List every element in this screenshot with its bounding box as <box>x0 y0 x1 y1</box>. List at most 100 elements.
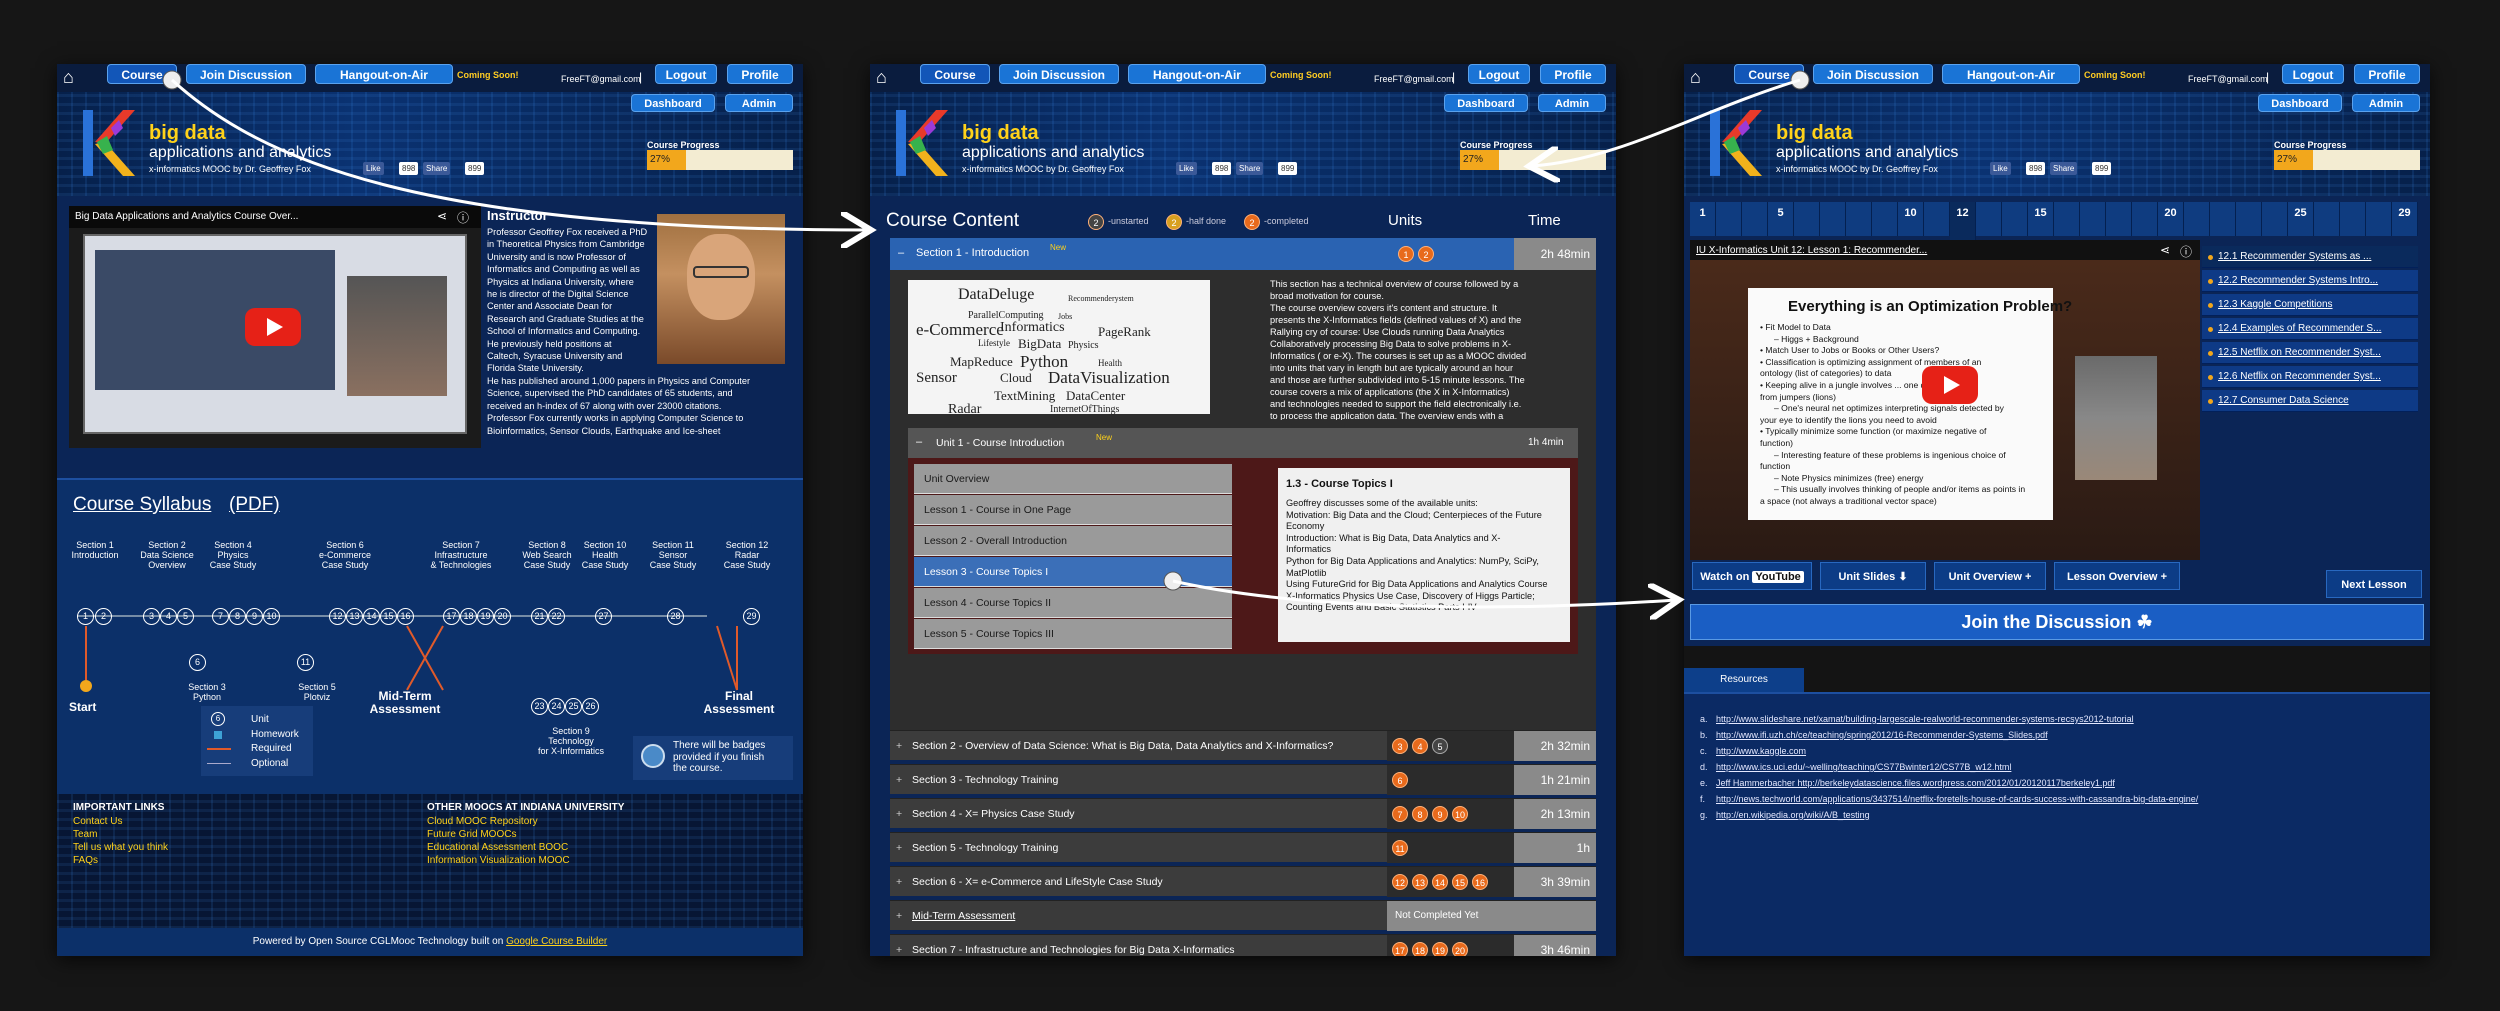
resources-tab[interactable]: Resources <box>1684 668 1804 692</box>
nav-join-discussion-button[interactable]: Join Discussion <box>1813 64 1933 84</box>
unit-slides-button[interactable]: Unit Slides ⬇ <box>1820 562 1926 590</box>
unit-badge-2[interactable]: 2 <box>1418 246 1434 262</box>
next-lesson-button[interactable]: Next Lesson <box>2326 570 2422 598</box>
facebook-like-button[interactable]: Like <box>363 162 384 175</box>
lesson-number-tab[interactable] <box>2106 202 2132 236</box>
facebook-share-button[interactable]: Share <box>2050 162 2078 175</box>
unit-badge[interactable]: 9 <box>1432 806 1448 822</box>
unit-node[interactable]: 15 <box>380 608 397 625</box>
home-icon[interactable]: ⌂ <box>63 68 83 88</box>
unit-badge[interactable]: 19 <box>1432 942 1448 956</box>
unit-node[interactable]: 11 <box>297 654 314 671</box>
unit-node[interactable]: 6 <box>189 654 206 671</box>
footer-link[interactable]: Tell us what you think <box>73 842 168 853</box>
lesson-number-tab[interactable] <box>2314 202 2340 236</box>
nav-course-button[interactable]: Course <box>1734 64 1804 84</box>
lesson-number-tab[interactable] <box>1794 202 1820 236</box>
lesson-item[interactable]: Lesson 4 - Course Topics II <box>914 588 1232 618</box>
unit-badge[interactable]: 7 <box>1392 806 1408 822</box>
nav-join-discussion-button[interactable]: Join Discussion <box>186 64 306 84</box>
mooc-link[interactable]: Cloud MOOC Repository <box>427 816 538 827</box>
logout-button[interactable]: Logout <box>1468 64 1530 84</box>
section-row[interactable]: + Section 5 - Technology Training 11 1h <box>890 832 1596 863</box>
logout-button[interactable]: Logout <box>655 64 717 84</box>
unit-node[interactable]: 4 <box>160 608 177 625</box>
lesson-number-tab[interactable] <box>2262 202 2288 236</box>
lesson-item[interactable]: Lesson 2 - Overall Introduction <box>914 526 1232 556</box>
section-row[interactable]: + Section 6 - X= e-Commerce and LifeStyle… <box>890 866 1596 897</box>
lesson-number-tab[interactable] <box>1976 202 2002 236</box>
section-row[interactable]: + Section 4 - X= Physics Case Study 7 8 9 10 2… <box>890 798 1596 829</box>
lesson-item[interactable]: Lesson 3 - Course Topics I <box>914 557 1232 587</box>
section-title[interactable]: Mid-Term Assessment <box>912 901 1015 931</box>
section-row[interactable]: + Section 2 - Overview of Data Science: W… <box>890 730 1596 761</box>
unit-badge[interactable]: 10 <box>1452 806 1468 822</box>
home-icon[interactable]: ⌂ <box>876 68 896 88</box>
mooc-link[interactable]: Information Visualization MOOC <box>427 855 570 866</box>
lesson-number-tab[interactable]: 20 <box>2158 202 2184 236</box>
unit-node[interactable]: 9 <box>246 608 263 625</box>
footer-link[interactable]: FAQs <box>73 855 98 866</box>
unit-node[interactable]: 1 <box>77 608 94 625</box>
resource-link[interactable]: Jeff Hammerbacher http://berkeleydatasci… <box>1716 778 2115 788</box>
nav-course-button[interactable]: Course <box>920 64 990 84</box>
lesson-number-tab[interactable] <box>1820 202 1846 236</box>
lesson-number-tab[interactable] <box>2054 202 2080 236</box>
unit-node[interactable]: 7 <box>212 608 229 625</box>
lesson-number-tab[interactable] <box>2080 202 2106 236</box>
lesson-number-tab[interactable] <box>1742 202 1768 236</box>
share-icon[interactable]: ⋖ <box>2160 243 2170 257</box>
resource-link[interactable]: http://www.kaggle.com <box>1716 746 1806 756</box>
facebook-like-button[interactable]: Like <box>1176 162 1197 175</box>
lesson-sidebar-item[interactable]: 12.5 Netflix on Recommender Syst... <box>2202 342 2418 364</box>
unit-node[interactable]: 24 <box>548 698 565 715</box>
lesson-sidebar-item[interactable]: 12.6 Netflix on Recommender Syst... <box>2202 366 2418 388</box>
lesson-sidebar-item[interactable]: 12.3 Kaggle Competitions <box>2202 294 2418 316</box>
mooc-link[interactable]: Educational Assessment BOOC <box>427 842 568 853</box>
lesson-number-tab[interactable] <box>1872 202 1898 236</box>
profile-button[interactable]: Profile <box>727 64 793 84</box>
unit-badge[interactable]: 6 <box>1392 772 1408 788</box>
unit-badge[interactable]: 3 <box>1392 738 1408 754</box>
nav-hangout-button[interactable]: Hangout-on-Air <box>1942 64 2080 84</box>
lesson-number-tab[interactable]: 5 <box>1768 202 1794 236</box>
footer-link[interactable]: Contact Us <box>73 816 122 827</box>
unit-node[interactable]: 22 <box>548 608 565 625</box>
lesson-number-tab[interactable] <box>2210 202 2236 236</box>
lesson-sidebar-item[interactable]: 12.1 Recommender Systems as ... <box>2202 246 2418 268</box>
unit-badge[interactable]: 16 <box>1472 874 1488 890</box>
dashboard-button[interactable]: Dashboard <box>1444 94 1528 112</box>
resource-link[interactable]: http://www.slideshare.net/xamat/building… <box>1716 714 2134 724</box>
lesson-number-tab[interactable] <box>2184 202 2210 236</box>
resource-link[interactable]: http://en.wikipedia.org/wiki/A/B_testing <box>1716 810 1870 820</box>
resource-link[interactable]: http://www.ics.uci.edu/~welling/teaching… <box>1716 762 2011 772</box>
lesson-sidebar-item[interactable]: 12.2 Recommender Systems Intro... <box>2202 270 2418 292</box>
lesson-number-tab[interactable]: 15 <box>2028 202 2054 236</box>
lesson-sidebar-item[interactable]: 12.4 Examples of Recommender S... <box>2202 318 2418 340</box>
info-icon[interactable]: ⓘ <box>2180 243 2192 260</box>
unit-node[interactable]: 21 <box>531 608 548 625</box>
unit-badge[interactable]: 18 <box>1412 942 1428 956</box>
unit-node[interactable]: 28 <box>667 608 684 625</box>
lesson-number-tab[interactable] <box>2366 202 2392 236</box>
lesson-number-tab[interactable] <box>1924 202 1950 236</box>
info-icon[interactable]: ⓘ <box>457 209 469 226</box>
unit-badge[interactable]: 5 <box>1432 738 1448 754</box>
facebook-share-button[interactable]: Share <box>423 162 451 175</box>
lesson-number-tab[interactable] <box>2002 202 2028 236</box>
resource-link[interactable]: http://news.techworld.com/applications/3… <box>1716 794 2198 804</box>
share-icon[interactable]: ⋖ <box>437 209 447 223</box>
unit-badge[interactable]: 4 <box>1412 738 1428 754</box>
lesson-number-tab[interactable] <box>1716 202 1742 236</box>
facebook-like-button[interactable]: Like <box>1990 162 2011 175</box>
unit-node[interactable]: 2 <box>95 608 112 625</box>
play-button[interactable] <box>245 308 301 346</box>
lesson-item[interactable]: Unit Overview <box>914 464 1232 494</box>
lesson-overview-button[interactable]: Lesson Overview + <box>2054 562 2180 590</box>
unit-node[interactable]: 14 <box>363 608 380 625</box>
facebook-share-button[interactable]: Share <box>1236 162 1264 175</box>
home-icon[interactable]: ⌂ <box>1690 68 1710 88</box>
dashboard-button[interactable]: Dashboard <box>2258 94 2342 112</box>
profile-button[interactable]: Profile <box>1540 64 1606 84</box>
course-builder-link[interactable]: Google Course Builder <box>506 936 607 947</box>
